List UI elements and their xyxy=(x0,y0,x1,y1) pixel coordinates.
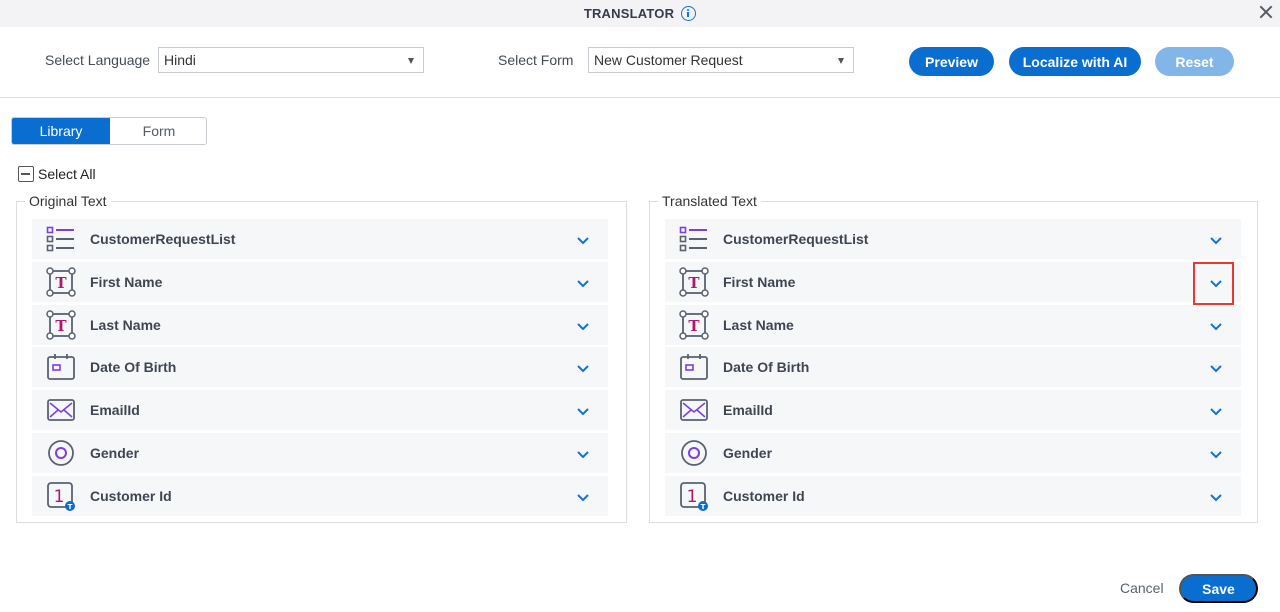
list-item-label: CustomerRequestList xyxy=(723,231,869,247)
toolbar: Select Language Hindi Select Form New Cu… xyxy=(0,27,1280,98)
email-icon xyxy=(679,395,709,425)
number-icon: 1T xyxy=(679,481,709,511)
title-bar: TRANSLATOR xyxy=(0,0,1280,27)
original-text-legend: Original Text xyxy=(25,193,111,209)
translated-text-panel: Translated Text CustomerRequestList T Firs… xyxy=(649,193,1258,523)
number-icon: 1T xyxy=(46,481,76,511)
list-item-label: Customer Id xyxy=(90,487,172,504)
list-item[interactable]: CustomerRequestList xyxy=(32,219,608,259)
list-item-label: First Name xyxy=(90,273,163,290)
form-value: New Customer Request xyxy=(594,52,743,68)
list-icon xyxy=(679,224,709,254)
chevron-down-icon[interactable] xyxy=(1209,319,1223,331)
preview-button[interactable]: Preview xyxy=(909,47,994,76)
language-label: Select Language xyxy=(45,52,151,68)
localize-with-ai-button[interactable]: Localize with AI xyxy=(1009,47,1141,76)
chevron-down-icon[interactable] xyxy=(576,490,590,502)
info-icon[interactable] xyxy=(681,6,697,21)
text-field-icon: T xyxy=(679,309,709,340)
list-item[interactable]: 1 T Customer Id xyxy=(665,475,1241,516)
close-icon[interactable] xyxy=(1259,5,1273,19)
list-item-label: EmailId xyxy=(90,402,140,419)
tab-library[interactable]: Library xyxy=(12,118,110,144)
text-field-icon: T xyxy=(46,309,76,340)
highlight-box xyxy=(1193,262,1234,305)
svg-text:1: 1 xyxy=(54,487,65,507)
tab-form[interactable]: Form xyxy=(110,118,206,144)
list-item[interactable]: EmailId xyxy=(665,390,1241,431)
list-item[interactable]: Gender xyxy=(32,433,608,473)
list-item-label: Date Of Birth xyxy=(723,359,810,376)
radio-icon xyxy=(679,438,709,468)
select-all-label: Select All xyxy=(38,166,96,182)
list-item-label: Gender xyxy=(723,445,773,461)
svg-text:T: T xyxy=(688,317,700,335)
indeterminate-checkbox-icon[interactable] xyxy=(18,166,34,182)
chevron-down-icon[interactable] xyxy=(576,404,590,416)
svg-text:T: T xyxy=(68,503,73,511)
chevron-down-icon[interactable] xyxy=(576,276,590,288)
list-item-label: Last Name xyxy=(723,316,794,333)
list-item-label: Gender xyxy=(90,445,140,461)
list-item[interactable]: 1 T Customer Id xyxy=(32,475,608,516)
window-title: TRANSLATOR xyxy=(583,6,675,21)
text-field-icon: T xyxy=(679,267,709,297)
select-all-checkbox[interactable]: Select All xyxy=(18,166,96,182)
chevron-down-icon[interactable] xyxy=(576,319,590,331)
svg-text:T: T xyxy=(688,274,700,292)
svg-text:1: 1 xyxy=(687,487,698,507)
chevron-down-icon[interactable] xyxy=(576,361,590,373)
list-item-label: EmailId xyxy=(723,402,773,419)
list-item[interactable]: EmailId xyxy=(32,390,608,431)
list-item[interactable]: CustomerRequestList xyxy=(665,219,1241,259)
form-select[interactable]: New Customer Request xyxy=(588,47,854,73)
chevron-down-icon[interactable] xyxy=(576,233,590,245)
translated-text-legend: Translated Text xyxy=(658,193,761,209)
svg-text:T: T xyxy=(55,274,67,292)
list-icon xyxy=(46,224,76,254)
list-item[interactable]: T First Name xyxy=(665,261,1241,302)
list-item[interactable]: T Last Name xyxy=(32,304,608,345)
text-field-icon: T xyxy=(46,267,76,297)
dropdown-caret-icon xyxy=(838,58,844,64)
calendar-icon xyxy=(46,352,76,382)
language-value: Hindi xyxy=(164,52,196,68)
chevron-down-icon[interactable] xyxy=(1209,490,1223,502)
list-item-label: Customer Id xyxy=(723,487,805,504)
chevron-down-icon[interactable] xyxy=(1209,361,1223,373)
chevron-down-icon[interactable] xyxy=(1209,447,1223,459)
email-icon xyxy=(46,395,76,425)
radio-icon xyxy=(46,438,76,468)
list-item-label: Last Name xyxy=(90,316,161,333)
language-select[interactable]: Hindi xyxy=(158,47,424,73)
view-tabs: Library Form xyxy=(11,117,207,145)
list-item[interactable]: Date Of Birth xyxy=(665,347,1241,388)
list-item[interactable]: Gender xyxy=(665,433,1241,473)
list-item[interactable]: T First Name xyxy=(32,261,608,302)
chevron-down-icon[interactable] xyxy=(1209,404,1223,416)
form-label: Select Form xyxy=(498,52,574,68)
list-item-label: CustomerRequestList xyxy=(90,231,236,247)
list-item-label: First Name xyxy=(723,273,796,290)
dropdown-caret-icon xyxy=(408,58,414,64)
reset-button[interactable]: Reset xyxy=(1155,47,1234,76)
cancel-button[interactable]: Cancel xyxy=(1120,580,1164,596)
list-item[interactable]: Date Of Birth xyxy=(32,347,608,388)
chevron-down-icon[interactable] xyxy=(576,447,590,459)
save-button[interactable]: Save xyxy=(1179,574,1258,603)
calendar-icon xyxy=(679,352,709,382)
svg-text:T: T xyxy=(55,317,67,335)
svg-text:T: T xyxy=(701,503,706,511)
list-item-label: Date Of Birth xyxy=(90,359,177,376)
chevron-down-icon[interactable] xyxy=(1209,233,1223,245)
list-item[interactable]: T Last Name xyxy=(665,304,1241,345)
original-text-panel: Original Text CustomerRequestList T First … xyxy=(16,193,627,523)
